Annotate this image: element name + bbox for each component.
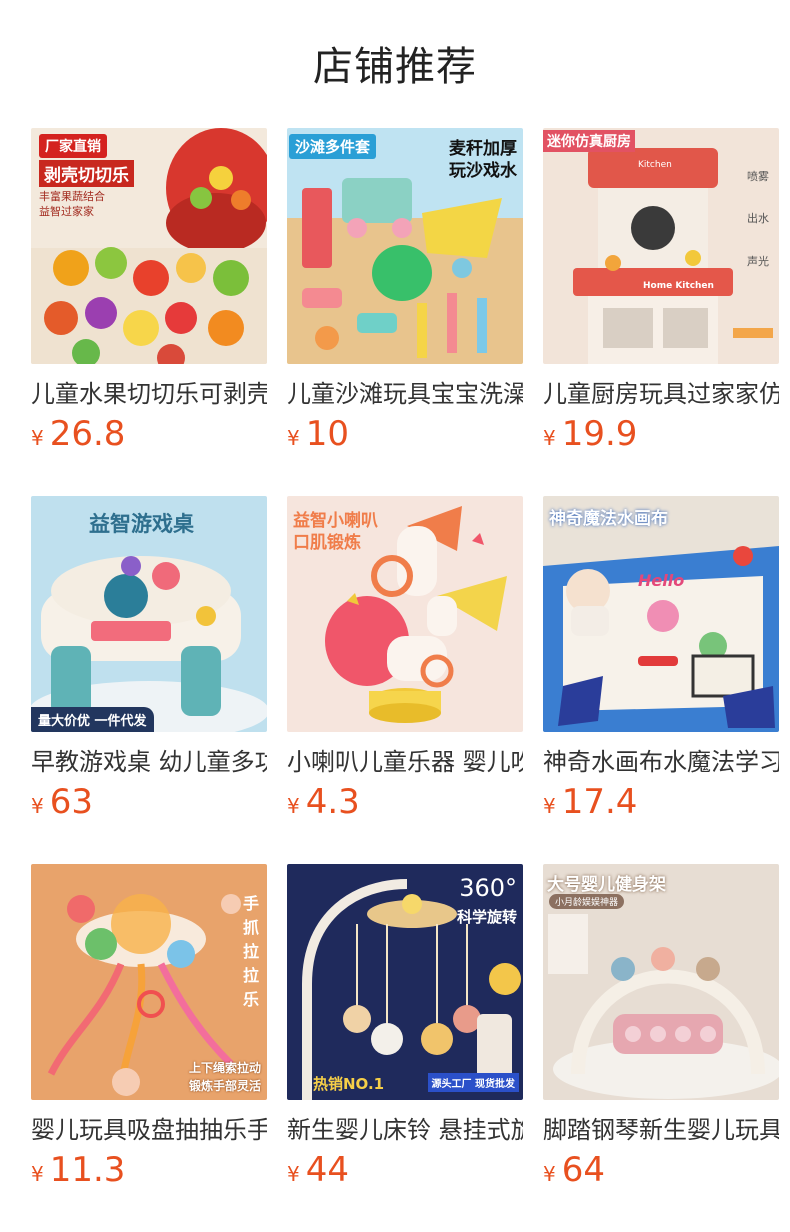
- product-name[interactable]: 儿童厨房玩具过家家仿真: [543, 378, 779, 410]
- product-name[interactable]: 小喇叭儿童乐器 婴儿吹: [287, 746, 523, 778]
- product-overlay-text: 出水: [747, 212, 769, 225]
- product-name[interactable]: 婴儿玩具吸盘抽抽乐手指: [31, 1114, 267, 1146]
- price-value: 26.8: [49, 414, 126, 454]
- product-name[interactable]: 神奇水画布水魔法学习: [543, 746, 779, 778]
- product-card[interactable]: 沙滩多件套 麦秆加厚 玩沙戏水 儿童沙滩玩具宝宝洗澡 ¥10: [287, 128, 523, 496]
- product-overlay-text: Kitchen: [638, 160, 672, 170]
- currency-symbol: ¥: [31, 1162, 44, 1186]
- price-value: 17.4: [561, 782, 638, 822]
- product-image[interactable]: 大号婴儿健身架 小月龄娱娱神器: [543, 864, 779, 1100]
- price-value: 63: [49, 782, 93, 822]
- product-name[interactable]: 儿童水果切切乐可剥壳: [31, 378, 267, 410]
- product-overlay-text: Home Kitchen: [643, 281, 714, 291]
- product-overlay-text: 小月龄娱娱神器: [549, 894, 625, 909]
- product-badge: 迷你仿真厨房: [543, 130, 635, 152]
- product-overlay-text: 锻炼手部灵活: [188, 1079, 261, 1093]
- product-name[interactable]: 早教游戏桌 幼儿童多功能: [31, 746, 267, 778]
- currency-symbol: ¥: [287, 426, 300, 450]
- product-overlay-text: 喷雾: [747, 170, 769, 183]
- product-price: ¥26.8: [31, 414, 267, 458]
- product-card[interactable]: 迷你仿真厨房 喷雾 出水 声光 Kitchen Home Kitchen 儿童厨…: [543, 128, 779, 496]
- currency-symbol: ¥: [543, 1162, 556, 1186]
- price-value: 19.9: [561, 414, 638, 454]
- store-recommendations-page: 店铺推荐 厂家直销 剥壳切切乐 丰富果蔬结合 益智过家家 儿童水果切切乐可剥壳 …: [0, 0, 790, 1232]
- currency-symbol: ¥: [543, 794, 556, 818]
- product-card[interactable]: 神奇魔法水画布 Hello 神奇水画布水魔法学习 ¥17.4: [543, 496, 779, 864]
- product-image[interactable]: 益智小喇叭 口肌锻炼: [287, 496, 523, 732]
- product-card[interactable]: 厂家直销 剥壳切切乐 丰富果蔬结合 益智过家家 儿童水果切切乐可剥壳 ¥26.8: [31, 128, 267, 496]
- price-value: 4.3: [305, 782, 360, 822]
- currency-symbol: ¥: [31, 794, 44, 818]
- product-price: ¥63: [31, 782, 267, 826]
- product-overlay-text: 玩沙戏水: [449, 161, 517, 181]
- product-overlay-text: 科学旋转: [456, 908, 517, 926]
- product-overlay-text: Hello: [638, 571, 685, 590]
- product-image[interactable]: 厂家直销 剥壳切切乐 丰富果蔬结合 益智过家家: [31, 128, 267, 364]
- product-name[interactable]: 新生婴儿床铃 悬挂式旋转: [287, 1114, 523, 1146]
- product-card[interactable]: 益智小喇叭 口肌锻炼 小喇叭儿童乐器 婴儿吹 ¥4.3: [287, 496, 523, 864]
- price-value: 11.3: [49, 1150, 126, 1190]
- product-card[interactable]: 大号婴儿健身架 小月龄娱娱神器 脚踏钢琴新生婴儿玩具 ¥64: [543, 864, 779, 1232]
- product-overlay-text: 拉: [242, 942, 259, 961]
- product-badge: 量大价优 一件代发: [31, 707, 154, 732]
- product-image[interactable]: 360° 科学旋转 热销NO.1 源头工厂 现货批发: [287, 864, 523, 1100]
- product-image[interactable]: 迷你仿真厨房 喷雾 出水 声光 Kitchen Home Kitchen: [543, 128, 779, 364]
- product-overlay-text: 丰富果蔬结合: [39, 190, 105, 203]
- product-overlay-text: 360°: [459, 874, 517, 902]
- product-overlay-text: 手: [242, 894, 259, 913]
- product-overlay-text: 乐: [242, 990, 259, 1009]
- product-overlay-text: 抓: [242, 918, 259, 937]
- product-overlay-text: 上下绳索拉动: [188, 1061, 261, 1075]
- product-overlay-text: 剥壳切切乐: [39, 160, 134, 187]
- product-badge: 热销NO.1: [313, 1075, 385, 1093]
- product-price: ¥4.3: [287, 782, 523, 826]
- price-value: 10: [305, 414, 349, 454]
- product-price: ¥10: [287, 414, 523, 458]
- currency-symbol: ¥: [31, 426, 44, 450]
- product-overlay-text: 源头工厂 现货批发: [427, 1073, 519, 1092]
- page-title: 店铺推荐: [313, 44, 477, 90]
- product-name[interactable]: 脚踏钢琴新生婴儿玩具: [543, 1114, 779, 1146]
- product-image[interactable]: 沙滩多件套 麦秆加厚 玩沙戏水: [287, 128, 523, 364]
- product-image[interactable]: 益智游戏桌 量大价优 一件代发: [31, 496, 267, 732]
- price-value: 64: [561, 1150, 605, 1190]
- currency-symbol: ¥: [543, 426, 556, 450]
- product-name[interactable]: 儿童沙滩玩具宝宝洗澡: [287, 378, 523, 410]
- product-badge: 沙滩多件套: [289, 134, 377, 159]
- product-price: ¥64: [543, 1150, 779, 1194]
- product-overlay-text: 声光: [747, 255, 769, 268]
- product-overlay-text: 拉: [242, 966, 259, 985]
- product-badge: 厂家直销: [39, 134, 107, 158]
- product-price: ¥11.3: [31, 1150, 267, 1194]
- product-overlay-text: 益智游戏桌: [89, 512, 194, 536]
- product-grid: 厂家直销 剥壳切切乐 丰富果蔬结合 益智过家家 儿童水果切切乐可剥壳 ¥26.8: [31, 128, 779, 1232]
- product-card[interactable]: 手 抓 拉 拉 乐 上下绳索拉动 锻炼手部灵活 婴儿玩具吸盘抽抽乐手指 ¥11.…: [31, 864, 267, 1232]
- product-price: ¥44: [287, 1150, 523, 1194]
- product-badge: 大号婴儿健身架: [547, 875, 666, 895]
- product-card[interactable]: 益智游戏桌 量大价优 一件代发 早教游戏桌 幼儿童多功能 ¥63: [31, 496, 267, 864]
- product-overlay-text: 口肌锻炼: [293, 533, 361, 553]
- product-price: ¥19.9: [543, 414, 779, 458]
- product-price: ¥17.4: [543, 782, 779, 826]
- price-value: 44: [305, 1150, 349, 1190]
- product-badge: 神奇魔法水画布: [549, 509, 668, 529]
- currency-symbol: ¥: [287, 1162, 300, 1186]
- product-overlay-text: 益智过家家: [39, 205, 94, 218]
- product-card[interactable]: 360° 科学旋转 热销NO.1 源头工厂 现货批发 新生婴儿床铃 悬挂式旋转 …: [287, 864, 523, 1232]
- currency-symbol: ¥: [287, 794, 300, 818]
- product-image[interactable]: 手 抓 拉 拉 乐 上下绳索拉动 锻炼手部灵活: [31, 864, 267, 1100]
- product-image[interactable]: 神奇魔法水画布 Hello: [543, 496, 779, 732]
